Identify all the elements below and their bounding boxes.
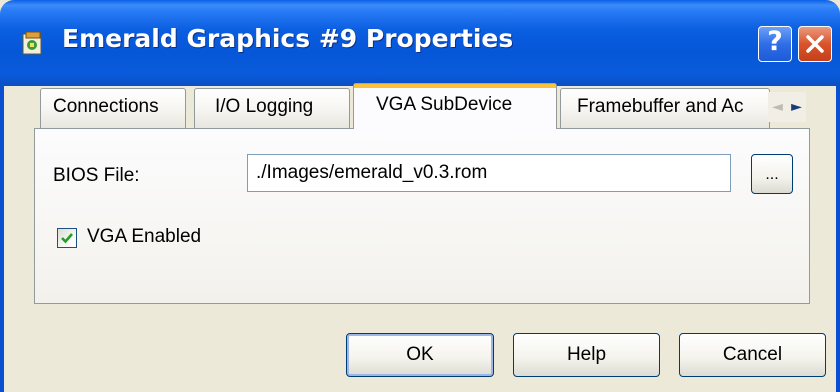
tab-io-logging[interactable]: I/O Logging: [194, 88, 350, 128]
window-border-left: [0, 86, 4, 392]
bios-file-label: BIOS File:: [53, 165, 140, 186]
tab-scroll-control: ◄ ►: [768, 92, 806, 122]
vga-enabled-checkbox[interactable]: [57, 228, 77, 248]
tab-connections[interactable]: Connections: [40, 88, 186, 128]
properties-dialog: Emerald Graphics #9 Properties ? Connect…: [0, 0, 840, 392]
tab-vga-subdevice[interactable]: VGA SubDevice: [353, 83, 557, 129]
tab-scroll-right-button[interactable]: ►: [787, 92, 806, 122]
bios-file-input[interactable]: [247, 154, 731, 192]
help-title-button[interactable]: ?: [758, 26, 792, 62]
cancel-button[interactable]: Cancel: [679, 333, 826, 377]
close-icon: [806, 35, 824, 53]
help-button[interactable]: Help: [513, 333, 660, 377]
properties-icon: [22, 31, 42, 55]
close-button[interactable]: [798, 26, 832, 62]
vga-enabled-label[interactable]: VGA Enabled: [87, 226, 201, 248]
window-border-right: [836, 86, 840, 392]
browse-button[interactable]: ...: [751, 154, 793, 194]
checkmark-icon: [61, 233, 73, 244]
title-bar[interactable]: Emerald Graphics #9 Properties ?: [0, 0, 840, 86]
vga-subdevice-panel: BIOS File: ... VGA Enabled: [34, 128, 810, 304]
tab-scroll-left-button[interactable]: ◄: [768, 92, 787, 122]
ok-button[interactable]: OK: [346, 333, 494, 377]
window-title: Emerald Graphics #9 Properties: [62, 24, 514, 53]
tab-framebuffer[interactable]: Framebuffer and Ac: [560, 88, 770, 128]
help-icon: ?: [767, 26, 783, 57]
